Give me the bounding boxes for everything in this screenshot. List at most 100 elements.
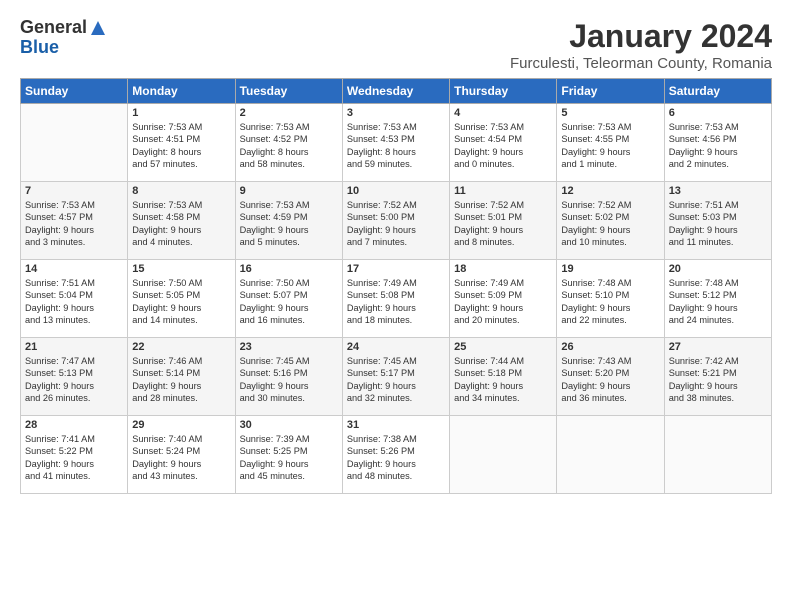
day-number: 27: [669, 341, 767, 353]
day-number: 19: [561, 263, 659, 275]
cell-details: Sunrise: 7:52 AM Sunset: 5:01 PM Dayligh…: [454, 199, 552, 249]
calendar-cell: 28 Sunrise: 7:41 AM Sunset: 5:22 PM Dayli…: [21, 416, 128, 494]
header: General Blue January 2024 Furculesti, Te…: [20, 18, 772, 72]
week-row-4: 21Sunrise: 7:47 AM Sunset: 5:13 PM Dayli…: [21, 338, 772, 416]
week-row-2: 7 Sunrise: 7:53 AM Sunset: 4:57 PM Daylig…: [21, 182, 772, 260]
calendar-cell: [664, 416, 771, 494]
logo-blue-text: Blue: [20, 38, 59, 58]
day-number: 28: [25, 419, 123, 431]
cell-details: Sunrise: 7:49 AM Sunset: 5:08 PM Dayligh…: [347, 277, 445, 327]
day-number: 4: [454, 107, 552, 119]
day-number: 18: [454, 263, 552, 275]
day-header-monday: Monday: [128, 79, 235, 104]
day-number: 10: [347, 185, 445, 197]
day-number: 7: [25, 185, 123, 197]
calendar-cell: 9Sunrise: 7:53 AM Sunset: 4:59 PM Daylig…: [235, 182, 342, 260]
cell-details: Sunrise: 7:39 AM Sunset: 5:25 PM Dayligh…: [240, 433, 338, 483]
day-number: 30: [240, 419, 338, 431]
cell-details: Sunrise: 7:42 AM Sunset: 5:21 PM Dayligh…: [669, 355, 767, 405]
calendar-cell: 20Sunrise: 7:48 AM Sunset: 5:12 PM Dayli…: [664, 260, 771, 338]
calendar-cell: 7 Sunrise: 7:53 AM Sunset: 4:57 PM Daylig…: [21, 182, 128, 260]
cell-details: Sunrise: 7:40 AM Sunset: 5:24 PM Dayligh…: [132, 433, 230, 483]
day-number: 5: [561, 107, 659, 119]
calendar-table: SundayMondayTuesdayWednesdayThursdayFrid…: [20, 78, 772, 494]
calendar-cell: 22 Sunrise: 7:46 AM Sunset: 5:14 PM Dayli…: [128, 338, 235, 416]
cell-details: Sunrise: 7:53 AM Sunset: 4:51 PM Dayligh…: [132, 121, 230, 171]
calendar-cell: 23Sunrise: 7:45 AM Sunset: 5:16 PM Dayli…: [235, 338, 342, 416]
calendar-cell: [21, 104, 128, 182]
cell-details: Sunrise: 7:38 AM Sunset: 5:26 PM Dayligh…: [347, 433, 445, 483]
day-number: 17: [347, 263, 445, 275]
calendar-cell: 29 Sunrise: 7:40 AM Sunset: 5:24 PM Dayli…: [128, 416, 235, 494]
cell-details: Sunrise: 7:53 AM Sunset: 4:57 PM Dayligh…: [25, 199, 123, 249]
calendar-subtitle: Furculesti, Teleorman County, Romania: [510, 55, 772, 72]
day-header-friday: Friday: [557, 79, 664, 104]
calendar-cell: 13 Sunrise: 7:51 AM Sunset: 5:03 PM Dayli…: [664, 182, 771, 260]
cell-details: Sunrise: 7:51 AM Sunset: 5:03 PM Dayligh…: [669, 199, 767, 249]
cell-details: Sunrise: 7:50 AM Sunset: 5:05 PM Dayligh…: [132, 277, 230, 327]
cell-details: Sunrise: 7:53 AM Sunset: 4:55 PM Dayligh…: [561, 121, 659, 171]
calendar-title: January 2024: [510, 18, 772, 55]
calendar-cell: 10 Sunrise: 7:52 AM Sunset: 5:00 PM Dayli…: [342, 182, 449, 260]
calendar-cell: 19 Sunrise: 7:48 AM Sunset: 5:10 PM Dayli…: [557, 260, 664, 338]
calendar-cell: [450, 416, 557, 494]
day-number: 22: [132, 341, 230, 353]
logo-general-text: General: [20, 18, 87, 38]
day-header-tuesday: Tuesday: [235, 79, 342, 104]
day-header-wednesday: Wednesday: [342, 79, 449, 104]
calendar-cell: 14 Sunrise: 7:51 AM Sunset: 5:04 PM Dayli…: [21, 260, 128, 338]
calendar-cell: 5 Sunrise: 7:53 AM Sunset: 4:55 PM Daylig…: [557, 104, 664, 182]
calendar-cell: 1 Sunrise: 7:53 AM Sunset: 4:51 PM Daylig…: [128, 104, 235, 182]
calendar-cell: 2 Sunrise: 7:53 AM Sunset: 4:52 PM Daylig…: [235, 104, 342, 182]
cell-details: Sunrise: 7:41 AM Sunset: 5:22 PM Dayligh…: [25, 433, 123, 483]
calendar-cell: 24 Sunrise: 7:45 AM Sunset: 5:17 PM Dayli…: [342, 338, 449, 416]
cell-details: Sunrise: 7:49 AM Sunset: 5:09 PM Dayligh…: [454, 277, 552, 327]
cell-details: Sunrise: 7:43 AM Sunset: 5:20 PM Dayligh…: [561, 355, 659, 405]
calendar-cell: [557, 416, 664, 494]
day-number: 13: [669, 185, 767, 197]
day-number: 31: [347, 419, 445, 431]
cell-details: Sunrise: 7:44 AM Sunset: 5:18 PM Dayligh…: [454, 355, 552, 405]
cell-details: Sunrise: 7:53 AM Sunset: 4:53 PM Dayligh…: [347, 121, 445, 171]
day-number: 21: [25, 341, 123, 353]
day-number: 24: [347, 341, 445, 353]
cell-details: Sunrise: 7:45 AM Sunset: 5:17 PM Dayligh…: [347, 355, 445, 405]
calendar-cell: 17 Sunrise: 7:49 AM Sunset: 5:08 PM Dayli…: [342, 260, 449, 338]
cell-details: Sunrise: 7:52 AM Sunset: 5:00 PM Dayligh…: [347, 199, 445, 249]
calendar-cell: 26Sunrise: 7:43 AM Sunset: 5:20 PM Dayli…: [557, 338, 664, 416]
cell-details: Sunrise: 7:50 AM Sunset: 5:07 PM Dayligh…: [240, 277, 338, 327]
day-number: 15: [132, 263, 230, 275]
calendar-cell: 3 Sunrise: 7:53 AM Sunset: 4:53 PM Daylig…: [342, 104, 449, 182]
calendar-cell: 27 Sunrise: 7:42 AM Sunset: 5:21 PM Dayli…: [664, 338, 771, 416]
calendar-cell: 21Sunrise: 7:47 AM Sunset: 5:13 PM Dayli…: [21, 338, 128, 416]
day-header-saturday: Saturday: [664, 79, 771, 104]
cell-details: Sunrise: 7:45 AM Sunset: 5:16 PM Dayligh…: [240, 355, 338, 405]
cell-details: Sunrise: 7:53 AM Sunset: 4:59 PM Dayligh…: [240, 199, 338, 249]
cell-details: Sunrise: 7:48 AM Sunset: 5:12 PM Dayligh…: [669, 277, 767, 327]
day-number: 6: [669, 107, 767, 119]
days-header-row: SundayMondayTuesdayWednesdayThursdayFrid…: [21, 79, 772, 104]
page-container: General Blue January 2024 Furculesti, Te…: [0, 0, 792, 504]
day-number: 12: [561, 185, 659, 197]
calendar-cell: 8 Sunrise: 7:53 AM Sunset: 4:58 PM Daylig…: [128, 182, 235, 260]
day-number: 1: [132, 107, 230, 119]
calendar-cell: 6Sunrise: 7:53 AM Sunset: 4:56 PM Daylig…: [664, 104, 771, 182]
cell-details: Sunrise: 7:53 AM Sunset: 4:58 PM Dayligh…: [132, 199, 230, 249]
logo-icon: [89, 19, 107, 37]
calendar-cell: 18 Sunrise: 7:49 AM Sunset: 5:09 PM Dayli…: [450, 260, 557, 338]
week-row-1: 1 Sunrise: 7:53 AM Sunset: 4:51 PM Daylig…: [21, 104, 772, 182]
calendar-cell: 15 Sunrise: 7:50 AM Sunset: 5:05 PM Dayli…: [128, 260, 235, 338]
day-header-thursday: Thursday: [450, 79, 557, 104]
day-number: 14: [25, 263, 123, 275]
cell-details: Sunrise: 7:53 AM Sunset: 4:52 PM Dayligh…: [240, 121, 338, 171]
cell-details: Sunrise: 7:51 AM Sunset: 5:04 PM Dayligh…: [25, 277, 123, 327]
cell-details: Sunrise: 7:46 AM Sunset: 5:14 PM Dayligh…: [132, 355, 230, 405]
day-number: 29: [132, 419, 230, 431]
week-row-5: 28 Sunrise: 7:41 AM Sunset: 5:22 PM Dayli…: [21, 416, 772, 494]
day-number: 2: [240, 107, 338, 119]
day-number: 3: [347, 107, 445, 119]
calendar-cell: 12Sunrise: 7:52 AM Sunset: 5:02 PM Dayli…: [557, 182, 664, 260]
day-number: 8: [132, 185, 230, 197]
cell-details: Sunrise: 7:53 AM Sunset: 4:54 PM Dayligh…: [454, 121, 552, 171]
cell-details: Sunrise: 7:48 AM Sunset: 5:10 PM Dayligh…: [561, 277, 659, 327]
